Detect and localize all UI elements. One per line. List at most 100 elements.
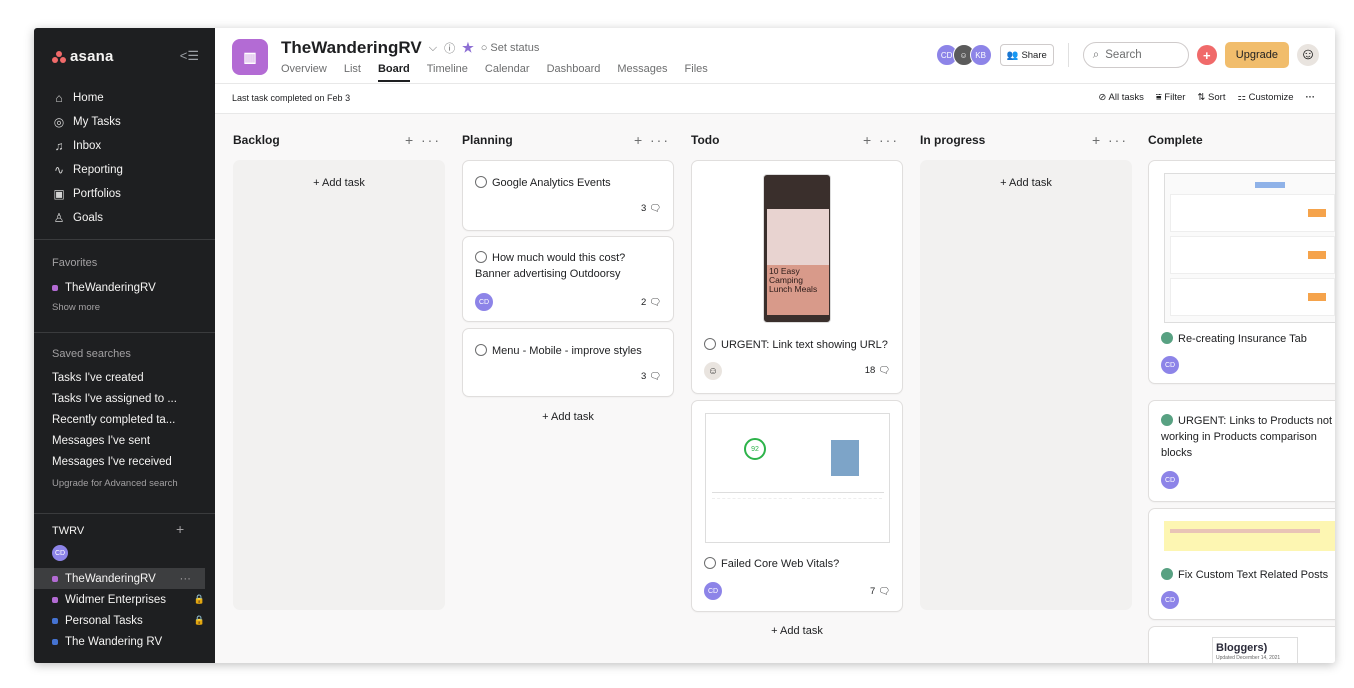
sidebar-item-inbox[interactable]: ♫ Inbox	[52, 134, 123, 158]
assignee-avatar[interactable]: ☺	[704, 362, 722, 380]
complete-checkbox-icon[interactable]	[475, 344, 487, 356]
sidebar-item-goals[interactable]: ♙ Goals	[52, 206, 123, 230]
sidebar-item-home[interactable]: ⌂ Home	[52, 86, 123, 110]
favorite-thewanderingrv[interactable]: TheWanderingRV	[52, 276, 156, 300]
bell-icon: ♫	[54, 139, 64, 153]
saved-search-item[interactable]: Tasks I've assigned to ...	[52, 388, 178, 409]
insurance-tab-screenshot-thumbnail	[1164, 173, 1335, 323]
star-icon[interactable]: ★	[462, 40, 474, 56]
tab-board[interactable]: Board	[377, 63, 410, 82]
task-title: Failed Core Web Vitals?	[692, 556, 851, 572]
sidebar-item-my-tasks[interactable]: ◎ My Tasks	[52, 110, 123, 134]
column-title[interactable]: In progress	[920, 133, 985, 147]
complete-checkbox-icon[interactable]	[475, 251, 487, 263]
task-title-text: URGENT: Links to Products not working in…	[1161, 415, 1333, 459]
project-title[interactable]: TheWanderingRV	[281, 38, 422, 58]
tab-files[interactable]: Files	[685, 63, 708, 82]
share-label: Share	[1021, 49, 1047, 61]
share-button[interactable]: 👥 Share	[999, 44, 1054, 66]
task-card[interactable]: URGENT: Links to Products not working in…	[1148, 400, 1335, 502]
complete-checkbox-icon[interactable]	[704, 338, 716, 350]
saved-search-item[interactable]: Messages I've sent	[52, 430, 178, 451]
task-title: Menu - Mobile - improve styles	[463, 343, 673, 359]
column-title[interactable]: Complete	[1148, 133, 1203, 147]
column-actions[interactable]: + ···	[863, 132, 899, 148]
project-board-icon[interactable]: ▥	[232, 39, 268, 75]
tab-timeline[interactable]: Timeline	[427, 63, 468, 82]
asana-logo[interactable]: asana	[52, 48, 114, 65]
home-icon: ⌂	[55, 91, 63, 105]
team-heading[interactable]: TWRV	[52, 525, 84, 537]
all-tasks-button[interactable]: ⊘ All tasks	[1098, 92, 1143, 103]
saved-search-item[interactable]: Recently completed ta...	[52, 409, 178, 430]
tab-list[interactable]: List	[344, 63, 361, 82]
completed-check-icon[interactable]	[1161, 568, 1173, 580]
assignee-avatar[interactable]: CD	[1161, 591, 1179, 609]
task-card[interactable]: 10 Easy Camping Lunch Meals URGENT: Link…	[691, 160, 903, 394]
customize-button[interactable]: ⚏ Customize	[1237, 92, 1293, 103]
more-options-button[interactable]: ···	[1306, 92, 1316, 103]
comment-count: 7 🗨	[870, 586, 890, 597]
thumbnail-button	[1308, 251, 1326, 259]
project-item-the-wandering-rv[interactable]: The Wandering RV	[52, 631, 205, 652]
thumbnail-row	[1170, 236, 1335, 274]
filter-button[interactable]: ⩸ Filter	[1156, 92, 1186, 103]
tab-overview[interactable]: Overview	[281, 63, 327, 82]
info-icon[interactable]: ⓘ	[444, 40, 455, 56]
tab-calendar[interactable]: Calendar	[485, 63, 530, 82]
complete-checkbox-icon[interactable]	[704, 557, 716, 569]
tab-dashboard[interactable]: Dashboard	[547, 63, 601, 82]
task-card[interactable]: Bloggers) Updated December 14, 2021	[1148, 626, 1335, 663]
show-more-link[interactable]: Show more	[52, 302, 156, 313]
project-item-thewanderingrv[interactable]: TheWanderingRV ···	[34, 568, 205, 589]
team-member-avatar[interactable]: CD	[52, 545, 68, 561]
tab-messages[interactable]: Messages	[617, 63, 667, 82]
upgrade-button[interactable]: Upgrade	[1224, 42, 1289, 68]
search-input[interactable]: ⌕ Search	[1082, 42, 1189, 68]
set-status-button[interactable]: ○ Set status	[481, 42, 540, 54]
assignee-avatar[interactable]: CD	[704, 582, 722, 600]
saved-search-item[interactable]: Tasks I've created	[52, 367, 178, 388]
complete-checkbox-icon[interactable]	[475, 176, 487, 188]
goals-icon: ♙	[53, 211, 65, 225]
project-item-personal[interactable]: Personal Tasks 🔒	[52, 610, 205, 631]
task-card[interactable]: How much would this cost? Banner adverti…	[462, 236, 674, 322]
task-card[interactable]: Menu - Mobile - improve styles 3 🗨	[462, 328, 674, 397]
assignee-avatar[interactable]: CD	[475, 293, 493, 311]
add-task-button[interactable]: + Add task	[233, 177, 445, 189]
saved-search-item[interactable]: Messages I've received	[52, 451, 178, 472]
column-title[interactable]: Todo	[691, 133, 719, 147]
add-task-button[interactable]: + Add task	[691, 625, 903, 637]
user-avatar[interactable]: ☺	[1297, 44, 1319, 66]
add-task-button[interactable]: + Add task	[920, 177, 1132, 189]
sidebar-item-reporting[interactable]: ∿ Reporting	[52, 158, 123, 182]
task-card[interactable]: Fix Custom Text Related Posts CD 1	[1148, 508, 1335, 620]
column-actions[interactable]: + ···	[1092, 132, 1128, 148]
chevron-down-icon[interactable]: ⌵	[429, 42, 437, 55]
column-planning: Planning + ··· Google Analytics Events 3 …	[462, 114, 674, 663]
sidebar-item-portfolios[interactable]: ▣ Portfolios	[52, 182, 123, 206]
completed-check-icon[interactable]	[1161, 414, 1173, 426]
task-card[interactable]: Google Analytics Events 3 🗨	[462, 160, 674, 231]
column-todo: Todo + ··· 10 Easy Camping Lunch Meals UR…	[691, 114, 903, 663]
column-actions[interactable]: + ···	[634, 132, 670, 148]
sort-button[interactable]: ⇅ Sort	[1197, 92, 1225, 103]
assignee-avatar[interactable]: CD	[1161, 356, 1179, 374]
column-title[interactable]: Backlog	[233, 133, 280, 147]
add-task-button[interactable]: + Add task	[462, 411, 674, 423]
add-team-project-button[interactable]: +	[176, 521, 184, 537]
column-title[interactable]: Planning	[462, 133, 513, 147]
member-avatars[interactable]: CD ☺ KB	[935, 44, 992, 66]
collapse-sidebar-icon[interactable]: <☰	[180, 48, 199, 64]
upgrade-advanced-search-link[interactable]: Upgrade for Advanced search	[52, 478, 178, 489]
mobile-screenshot-thumbnail: 10 Easy Camping Lunch Meals	[763, 174, 831, 323]
project-item-widmer[interactable]: Widmer Enterprises 🔒	[52, 589, 205, 610]
task-card[interactable]: 92 Failed Core Web Vitals? CD 7 🗨	[691, 400, 903, 612]
project-more-icon[interactable]: ···	[180, 573, 192, 585]
completed-check-icon[interactable]	[1161, 332, 1173, 344]
quick-add-button[interactable]: +	[1196, 45, 1217, 65]
column-complete: Complete+ Re-creating Insurance Tab CD 3…	[1148, 114, 1335, 663]
column-actions[interactable]: + ···	[405, 132, 441, 148]
assignee-avatar[interactable]: CD	[1161, 471, 1179, 489]
task-card[interactable]: Re-creating Insurance Tab CD 36	[1148, 160, 1335, 384]
